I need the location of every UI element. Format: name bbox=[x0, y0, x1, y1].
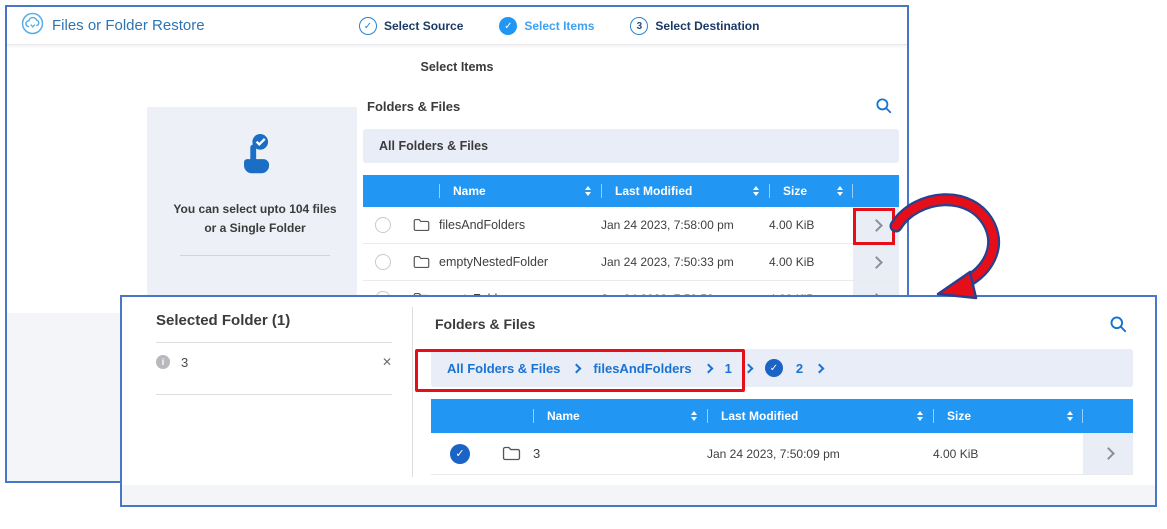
selected-folder-title: Selected Folder (1) bbox=[156, 312, 392, 329]
search-icon[interactable] bbox=[873, 95, 895, 117]
folder-icon bbox=[403, 244, 439, 280]
section-heading: Select Items bbox=[7, 60, 907, 74]
restore-cloud-icon bbox=[21, 12, 44, 40]
sort-icon bbox=[753, 186, 759, 196]
chevron-right-icon bbox=[815, 363, 825, 373]
panel-footer-background bbox=[122, 485, 1155, 505]
step-select-destination[interactable]: 3 Select Destination bbox=[630, 17, 759, 35]
step-active-check-icon bbox=[499, 17, 517, 35]
folders-files-browser: Folders & Files All Folders & Files Name bbox=[357, 83, 905, 317]
selected-folder-name: 3 bbox=[181, 355, 188, 370]
wizard-steps: Select Source Select Items 3 Select Dest… bbox=[359, 7, 759, 45]
sort-icon bbox=[585, 186, 591, 196]
column-header-modified[interactable]: Last Modified bbox=[707, 399, 933, 433]
sort-icon bbox=[917, 411, 923, 421]
divider bbox=[156, 394, 392, 395]
step-select-items[interactable]: Select Items bbox=[499, 17, 594, 35]
folder-icon bbox=[489, 433, 533, 474]
breadcrumb-root[interactable]: All Folders & Files bbox=[447, 361, 560, 376]
selection-hint-card: You can select upto 104 files or a Singl… bbox=[147, 107, 363, 309]
window-header: Files or Folder Restore Select Source Se… bbox=[7, 7, 907, 45]
column-header-name[interactable]: Name bbox=[439, 175, 601, 207]
breadcrumb-item[interactable]: filesAndFolders bbox=[593, 361, 691, 376]
sort-icon bbox=[837, 186, 843, 196]
browser-title: Folders & Files bbox=[367, 99, 460, 114]
folder-icon bbox=[403, 207, 439, 243]
sort-icon bbox=[1067, 411, 1073, 421]
screen: Files or Folder Restore Select Source Se… bbox=[0, 0, 1167, 529]
breadcrumb-item[interactable]: 1 bbox=[725, 361, 732, 376]
nested-folder-window: Selected Folder (1) 3 Folders & Files bbox=[120, 295, 1157, 507]
selected-folder-pane: Selected Folder (1) 3 bbox=[122, 297, 412, 505]
table-row: emptyNestedFolder Jan 24 2023, 7:50:33 p… bbox=[363, 244, 899, 281]
files-table: Name Last Modified Size bbox=[431, 399, 1133, 475]
column-header-name[interactable]: Name bbox=[533, 399, 707, 433]
chevron-right-icon bbox=[870, 256, 883, 269]
hand-select-icon bbox=[232, 133, 278, 184]
sort-icon bbox=[691, 411, 697, 421]
hint-text: You can select upto 104 files or a Singl… bbox=[173, 200, 336, 237]
browser-title: Folders & Files bbox=[435, 316, 535, 332]
column-header-size[interactable]: Size bbox=[769, 175, 853, 207]
table-header-row: Name Last Modified Size bbox=[431, 399, 1133, 433]
breadcrumb: All Folders & Files filesAndFolders 1 2 bbox=[431, 349, 1133, 387]
breadcrumb-item[interactable]: 2 bbox=[796, 361, 803, 376]
close-icon bbox=[382, 355, 392, 369]
folders-files-browser-nested: Folders & Files All Folders & Files file… bbox=[413, 297, 1155, 485]
column-header-modified[interactable]: Last Modified bbox=[601, 175, 769, 207]
breadcrumb-check-icon bbox=[765, 359, 783, 377]
open-folder-button[interactable] bbox=[853, 244, 899, 280]
row-radio[interactable] bbox=[375, 254, 391, 270]
remove-selection-button[interactable] bbox=[382, 355, 392, 369]
chevron-right-icon bbox=[1102, 447, 1115, 460]
open-folder-button[interactable] bbox=[853, 207, 899, 243]
chevron-right-icon bbox=[870, 219, 883, 232]
app-title-group: Files or Folder Restore bbox=[21, 12, 205, 40]
breadcrumb: All Folders & Files bbox=[363, 129, 899, 163]
step-number-icon: 3 bbox=[630, 17, 648, 35]
table-row-selected: 3 Jan 24 2023, 7:50:09 pm 4.00 KiB bbox=[431, 433, 1133, 475]
table-header-row: Name Last Modified Size bbox=[363, 175, 899, 207]
selected-folder-item: 3 bbox=[156, 343, 392, 381]
search-icon[interactable] bbox=[1107, 313, 1129, 335]
chevron-right-icon bbox=[703, 363, 713, 373]
hint-divider bbox=[180, 255, 330, 256]
step-done-check-icon bbox=[359, 17, 377, 35]
row-radio[interactable] bbox=[375, 217, 391, 233]
step-select-source[interactable]: Select Source bbox=[359, 17, 463, 35]
info-icon bbox=[156, 355, 170, 369]
table-row: filesAndFolders Jan 24 2023, 7:58:00 pm … bbox=[363, 207, 899, 244]
column-header-size[interactable]: Size bbox=[933, 399, 1083, 433]
chevron-right-icon bbox=[572, 363, 582, 373]
chevron-right-icon bbox=[743, 363, 753, 373]
selected-check-icon[interactable] bbox=[450, 444, 470, 464]
breadcrumb-root[interactable]: All Folders & Files bbox=[379, 139, 488, 153]
open-folder-button[interactable] bbox=[1083, 433, 1133, 474]
page-title: Files or Folder Restore bbox=[52, 17, 205, 34]
